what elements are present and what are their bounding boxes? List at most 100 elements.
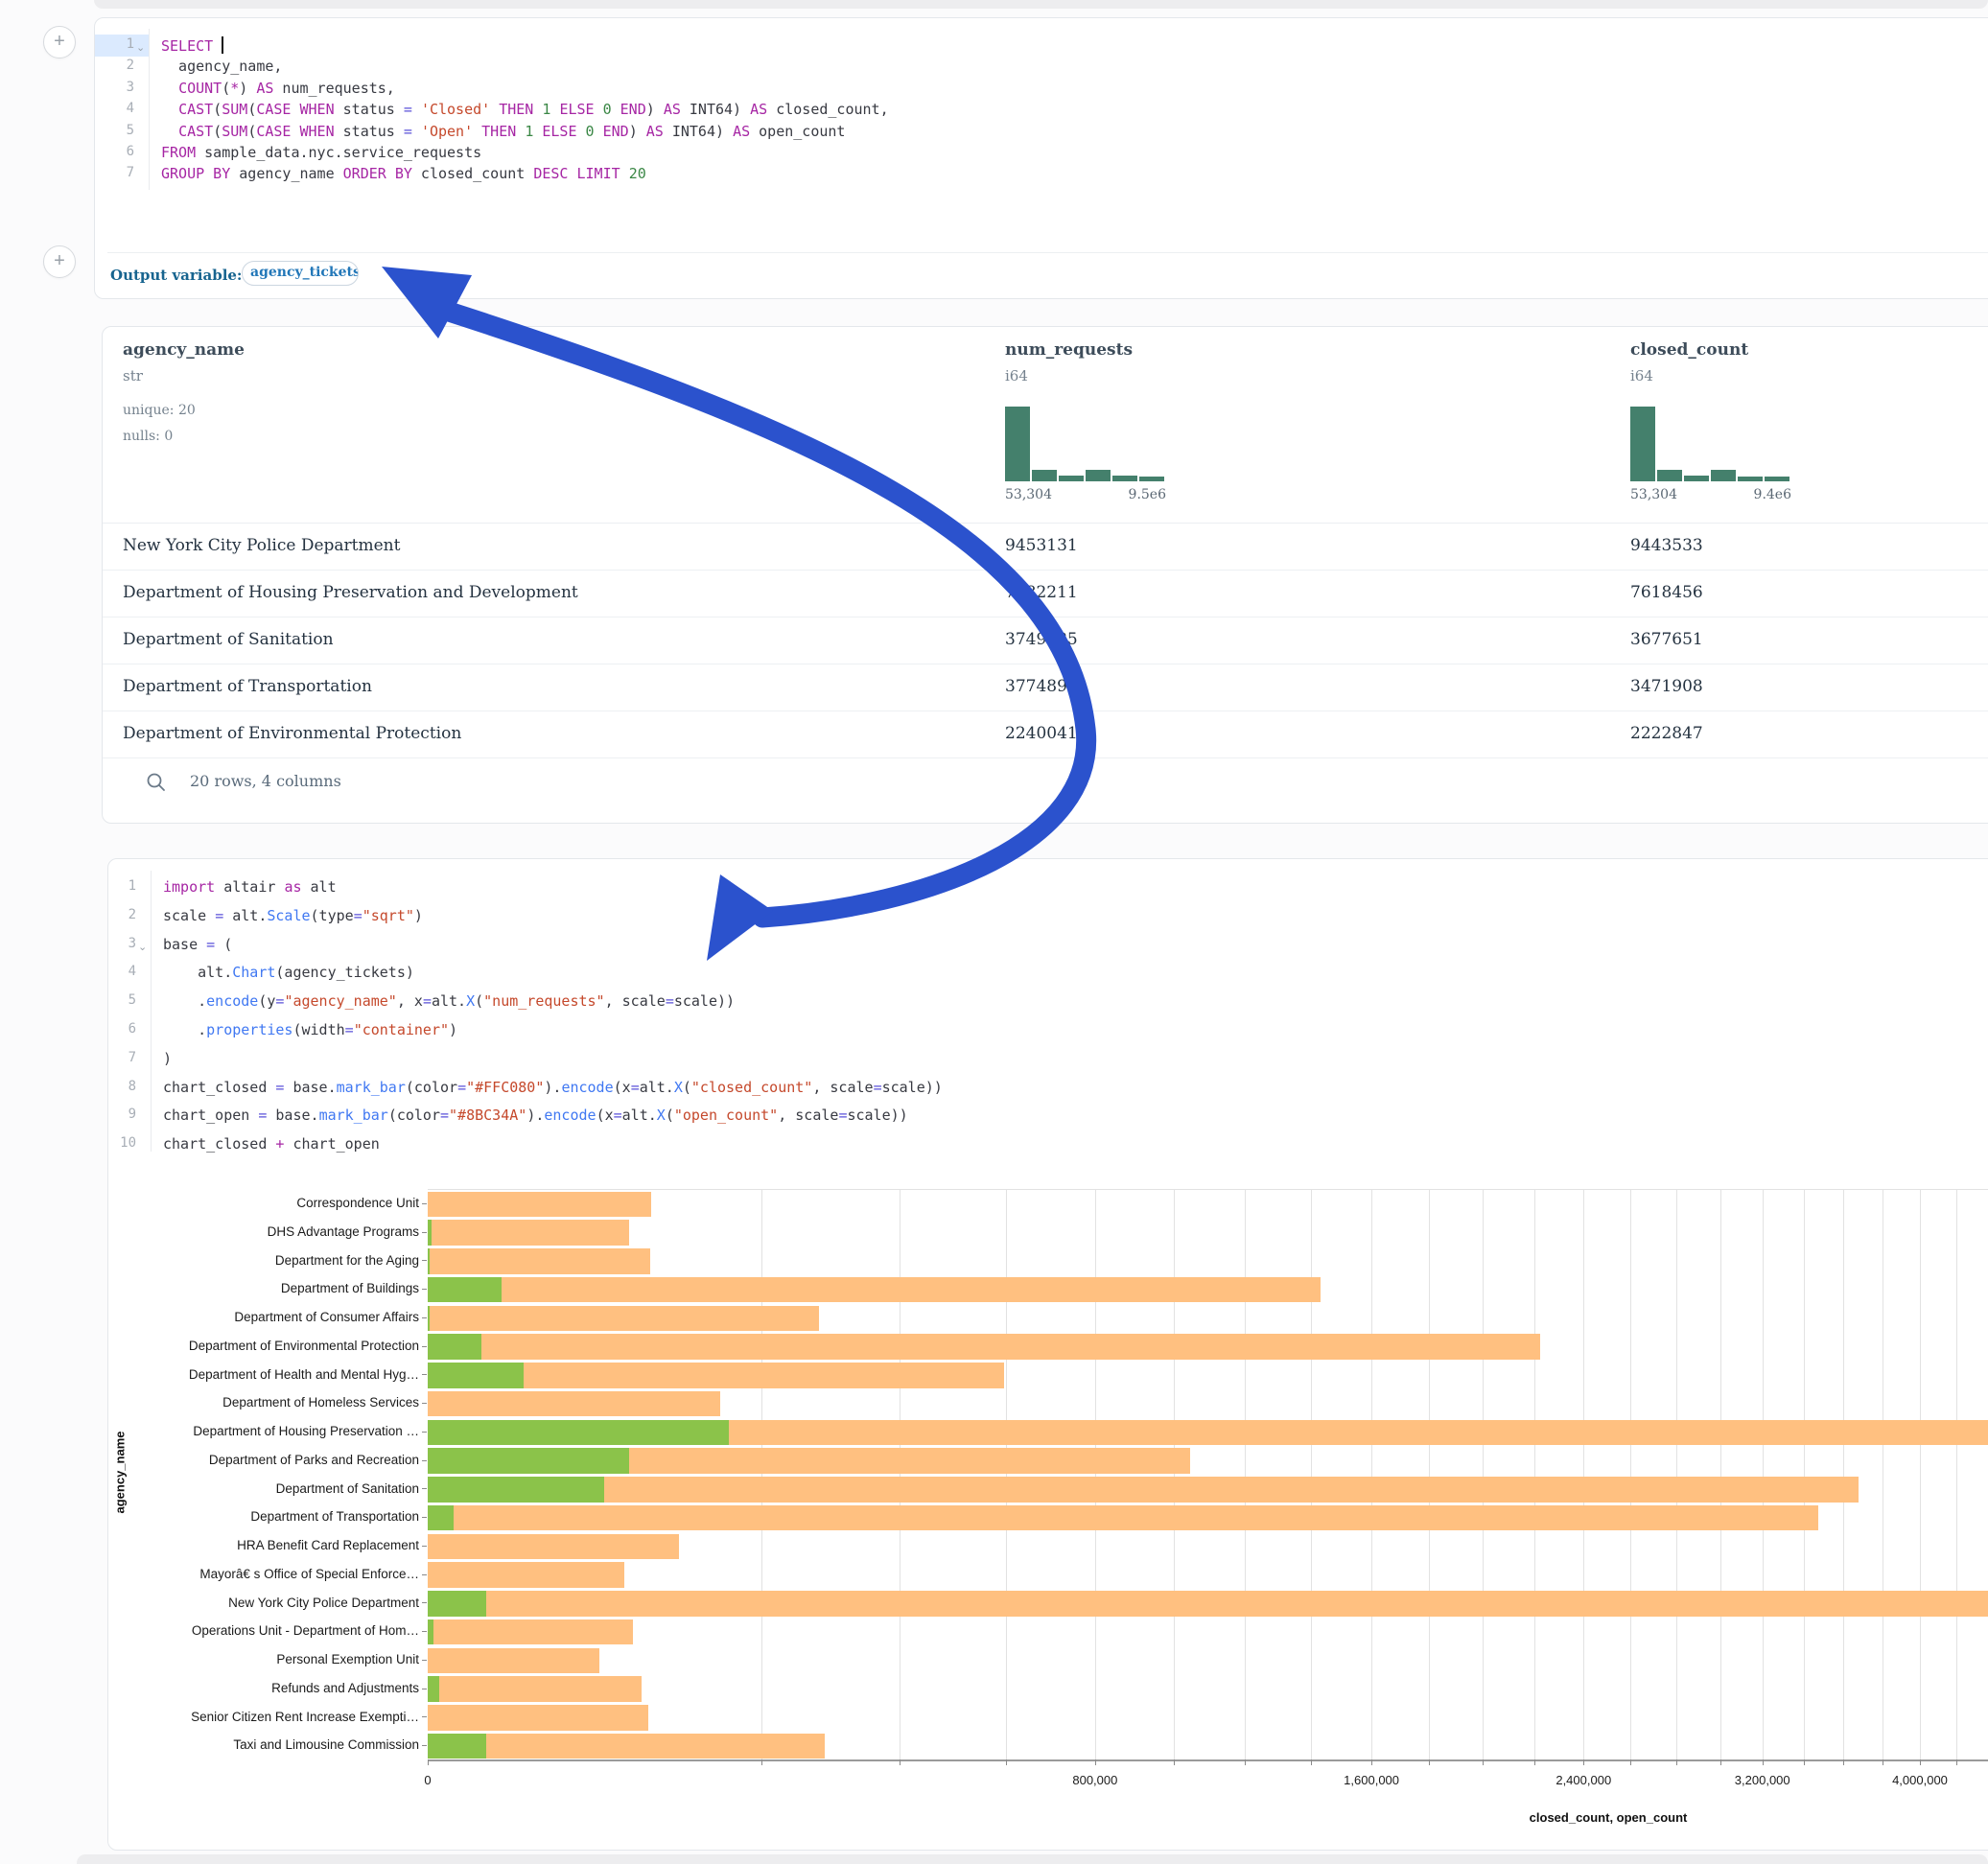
x-axis-tick [1006, 1759, 1007, 1765]
token-plain: ( [247, 123, 256, 140]
token-fn: Scale [267, 907, 310, 924]
table-row[interactable]: Department of Housing Preservation and D… [103, 571, 1988, 617]
token-plain: chart_closed [163, 1135, 275, 1153]
fold-chevron-icon[interactable]: ⌄ [136, 41, 145, 54]
cell-num-requests: 3749485 [1005, 630, 1078, 649]
token-plain: (x [596, 1107, 614, 1124]
token-plain: , scale [812, 1079, 873, 1096]
code-line: chart_closed + chart_open [163, 1135, 380, 1153]
y-axis-tick [422, 1716, 427, 1717]
token-kw: AS [750, 101, 767, 118]
y-axis-tick [422, 1488, 427, 1489]
x-axis-tick [1676, 1759, 1677, 1765]
y-axis-tick [422, 1602, 427, 1603]
bar-open-count [428, 1505, 454, 1531]
line-number: 10 [102, 1135, 136, 1151]
token-plain [247, 80, 256, 97]
code-line: scale = alt.Scale(type="sqrt") [163, 907, 423, 924]
gridline [1956, 1190, 1957, 1760]
y-axis-tick [422, 1260, 427, 1261]
fold-chevron-icon[interactable]: ⌄ [138, 941, 147, 953]
token-kw: END [620, 101, 646, 118]
bar-open-count [428, 1334, 481, 1360]
table-row[interactable]: Department of Transportation377489234719… [103, 664, 1988, 711]
token-plain: ( [683, 1079, 691, 1096]
output-variable-pill[interactable]: agency_tickets [242, 261, 359, 286]
token-plain: alt. [640, 1079, 674, 1096]
x-axis-tick-label: 4,000,000 [1877, 1773, 1963, 1787]
bar-open-count [428, 1306, 430, 1332]
token-plain: sample_data.nyc.service_requests [196, 144, 481, 161]
token-fn: encode [206, 992, 258, 1010]
token-kw: ELSE [559, 101, 594, 118]
y-axis-label: Operations Unit - Department of Hom… [0, 1623, 419, 1638]
histogram-min-label: 53,304 [1630, 487, 1677, 502]
token-plain: agency_name [230, 165, 342, 182]
token-plain [612, 101, 620, 118]
bar-open-count [428, 1220, 432, 1246]
y-axis-label: DHS Advantage Programs [0, 1224, 419, 1239]
token-plain: scale [163, 907, 215, 924]
token-kw: GROUP BY [161, 165, 230, 182]
python-gutter-divider [151, 871, 152, 1152]
token-plain: ) [449, 1021, 457, 1038]
add-cell-button-mid[interactable]: + [43, 245, 76, 278]
table-row[interactable]: Department of Sanitation37494853677651 [103, 617, 1988, 664]
token-plain: open_count [750, 123, 845, 140]
x-axis-tick-label: 800,000 [1052, 1773, 1138, 1787]
token-kw: COUNT [178, 80, 222, 97]
table-row[interactable]: Department of Environmental Protection22… [103, 711, 1988, 758]
token-plain: INT64) [681, 101, 750, 118]
y-axis-label: Taxi and Limousine Commission [0, 1737, 419, 1752]
line-number: 3 [102, 936, 136, 951]
sql-gutter-divider [149, 29, 150, 190]
token-op: = [206, 936, 215, 953]
token-plain: , scale [605, 992, 666, 1010]
add-cell-button-top[interactable]: + [43, 26, 76, 58]
line-number: 1 [100, 36, 134, 52]
y-axis-tick [422, 1574, 427, 1575]
token-plain: ( [213, 101, 222, 118]
column-name[interactable]: num_requests [1005, 340, 1133, 360]
token-str: 'Closed' [421, 101, 490, 118]
token-kw: AS [256, 80, 273, 97]
search-icon[interactable] [146, 772, 167, 793]
token-kw: import [163, 878, 215, 896]
token-num: 0 [586, 123, 595, 140]
column-name[interactable]: agency_name [123, 340, 245, 360]
token-fn: properties [206, 1021, 292, 1038]
bar-closed-count [428, 1505, 1818, 1531]
token-kw: CAST [178, 101, 213, 118]
code-line: import altair as alt [163, 878, 337, 896]
histogram-bar [1032, 470, 1057, 481]
token-plain: , x [397, 992, 423, 1010]
token-kw: SELECT [161, 37, 222, 55]
code-line: chart_closed = base.mark_bar(color="#FFC… [163, 1079, 943, 1096]
token-plain: alt. [223, 907, 267, 924]
column-name[interactable]: closed_count [1630, 340, 1748, 360]
token-fn: encode [561, 1079, 613, 1096]
histogram-bar [1738, 477, 1763, 481]
gridline [1483, 1190, 1484, 1760]
token-plain: scale)) [674, 992, 735, 1010]
table-row[interactable]: New York City Police Department945313194… [103, 524, 1988, 571]
code-line: FROM sample_data.nyc.service_requests [161, 144, 481, 161]
text-cursor [222, 36, 223, 54]
token-kw: END [603, 123, 629, 140]
x-axis-tick [1174, 1759, 1175, 1765]
cell-closed-count: 3677651 [1630, 630, 1703, 649]
token-fn: mark_bar [337, 1079, 406, 1096]
token-plain [595, 101, 603, 118]
y-axis-label: Department of Consumer Affairs [0, 1310, 419, 1324]
token-plain: ). [544, 1079, 561, 1096]
bar-open-count [428, 1448, 629, 1474]
token-plain [412, 101, 421, 118]
column-type: i64 [1630, 367, 1653, 384]
cell-num-requests: 2240041 [1005, 724, 1078, 743]
token-kw: SUM [222, 123, 247, 140]
code-line: ) [163, 1050, 172, 1067]
token-plain: chart_open [163, 1107, 258, 1124]
y-axis-label: Department of Transportation [0, 1509, 419, 1524]
token-plain: ) [163, 1050, 172, 1067]
plus-icon: + [54, 31, 65, 52]
